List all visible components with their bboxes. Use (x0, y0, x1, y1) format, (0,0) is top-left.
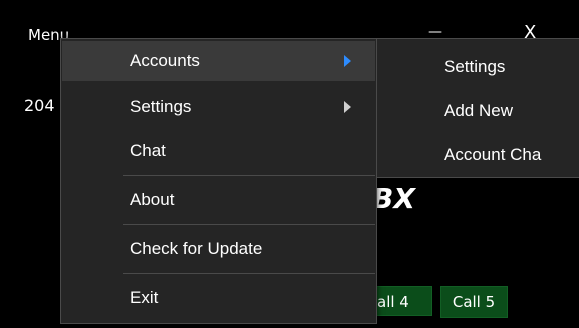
menu-separator (123, 224, 375, 225)
menu-separator (123, 175, 375, 176)
menu-item-label: Settings (130, 97, 192, 116)
main-menu: Accounts Settings Chat About Check for U… (60, 38, 377, 324)
submenu-item-settings[interactable]: Settings (377, 47, 579, 87)
submenu-item-label: Settings (444, 57, 506, 76)
menu-item-about[interactable]: About (62, 180, 375, 220)
menu-item-accounts[interactable]: Accounts (62, 41, 375, 81)
menu-item-label: Exit (130, 288, 159, 307)
menu-item-check-for-update[interactable]: Check for Update (62, 229, 375, 269)
submenu-arrow-icon (344, 55, 351, 67)
menu-item-chat[interactable]: Chat (62, 131, 375, 171)
submenu-item-add-new[interactable]: Add New (377, 91, 579, 131)
menu-separator (123, 273, 375, 274)
submenu-item-account-change[interactable]: Account Cha (377, 135, 579, 175)
call-4-button[interactable]: all 4 (370, 286, 432, 316)
menu-item-label: Chat (130, 141, 166, 160)
menu-item-label: Accounts (130, 51, 200, 70)
menu-item-exit[interactable]: Exit (62, 278, 375, 318)
submenu-item-label: Account Cha (444, 145, 542, 164)
phone-number-text: 204 (24, 96, 55, 115)
submenu-arrow-icon (344, 101, 351, 113)
menu-item-settings[interactable]: Settings (62, 87, 375, 127)
call-5-button[interactable]: Call 5 (440, 286, 508, 318)
accounts-submenu: Settings Add New Account Cha (376, 38, 579, 178)
submenu-item-label: Add New (444, 101, 513, 120)
logo-text: BX (372, 182, 415, 215)
menu-item-label: About (130, 190, 175, 209)
menu-item-label: Check for Update (130, 239, 263, 258)
